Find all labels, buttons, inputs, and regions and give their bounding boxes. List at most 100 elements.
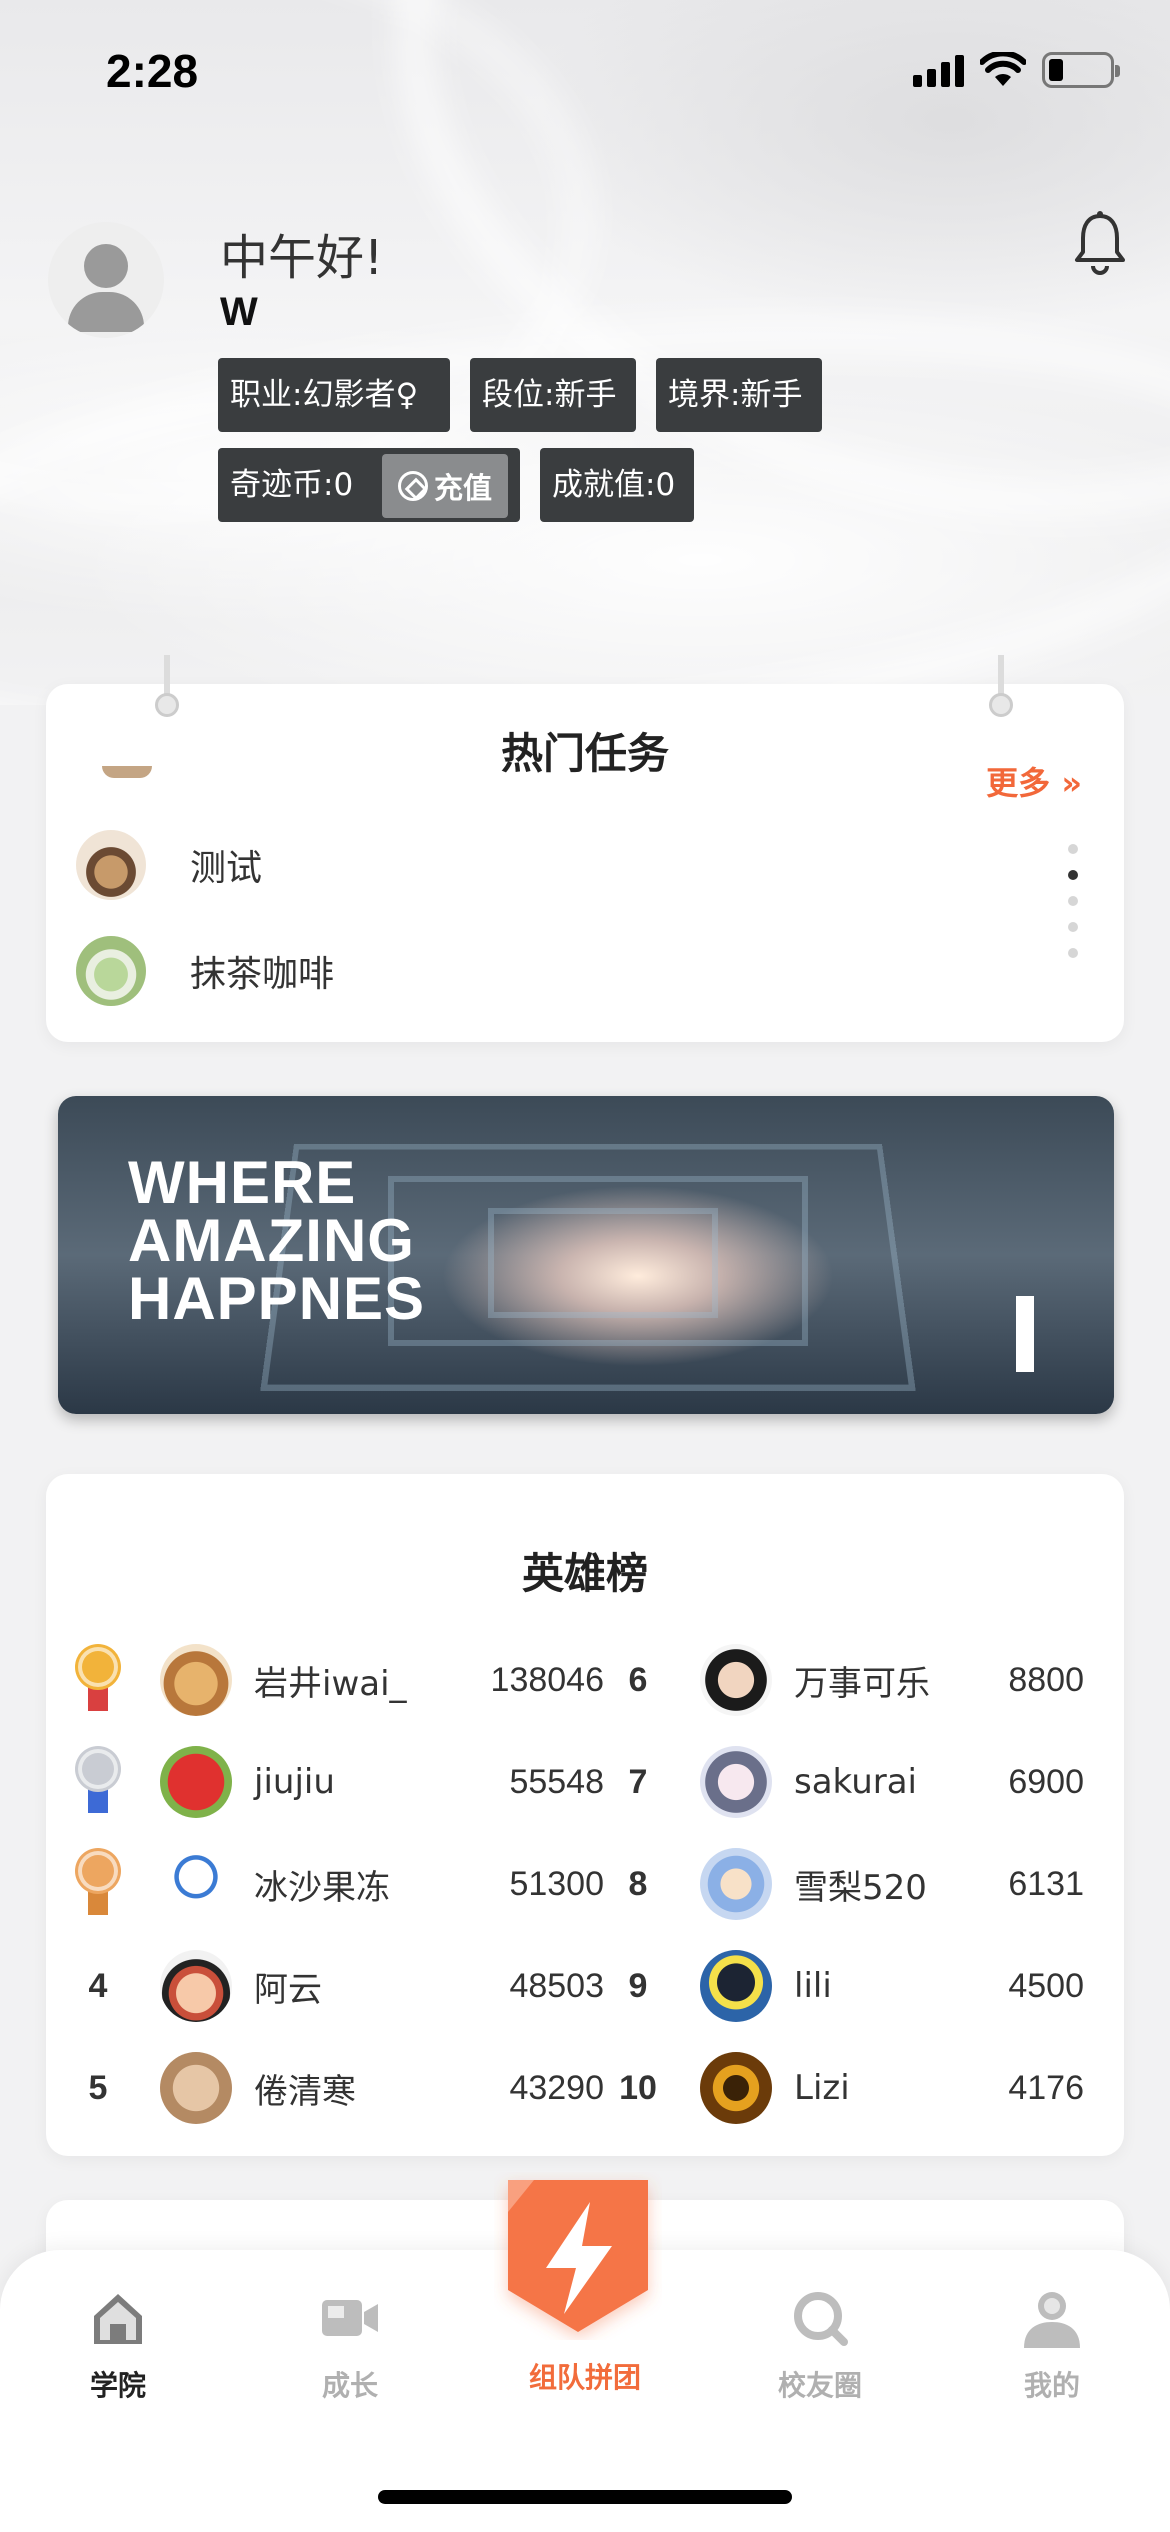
lightning-badge-icon[interactable] [494,2172,662,2340]
player-avatar [700,1848,772,1920]
player-name: 阿云 [254,1969,322,2010]
task-thumb-image [76,830,146,900]
achievement-tag: 成就值:0 [540,448,694,522]
rank-number: 9 [628,1966,648,2005]
rank-number: 5 [88,2068,108,2107]
coins-label: 奇迹币:0 [230,467,354,503]
player-name: 岩井iwai_ [254,1663,407,1704]
banner-headline: WHERE AMAZING HAPPNES [128,1149,426,1332]
video-camera-icon [322,2300,378,2336]
player-score: 4500 [1008,1966,1084,2005]
player-score: 8800 [1008,1660,1084,1699]
player-avatar [700,1644,772,1716]
player-avatar [160,1848,232,1920]
battery-icon [1042,52,1120,88]
player-score: 55548 [509,1762,604,1801]
rank-number: 10 [619,2068,657,2107]
rank-number: 7 [628,1762,648,1801]
rank-number: 8 [628,1864,648,1903]
tab-label: 学院 [89,2369,146,2402]
hot-tasks-title: 热门任务 [500,729,669,778]
leaderboard-row[interactable]: 岩井iwai_ 138046 [70,1640,604,1720]
leaderboard-title: 英雄榜 [521,1549,648,1598]
player-name: jiujiu [254,1762,335,1802]
task-item[interactable]: 抹茶咖啡 [76,936,334,1006]
player-name: sakurai [794,1762,918,1802]
status-time: 2:28 [106,45,199,97]
task-item[interactable]: 测试 [76,830,262,900]
player-avatar [160,1950,232,2022]
player-avatar [160,1644,232,1716]
leaderboard-row[interactable]: 5 倦清寒 43290 [70,2048,604,2128]
tab-growth[interactable]: 成长 [280,2286,420,2404]
rank-number: 4 [88,1966,108,2005]
recharge-button[interactable]: 充值 [382,454,508,518]
player-score: 48503 [509,1966,604,2005]
partial-task-thumb [102,766,152,778]
coin-icon [397,471,428,501]
rank-number: 6 [628,1660,648,1699]
player-score: 6131 [1008,1864,1084,1903]
user-icon [1024,2292,1080,2348]
task-label: 抹茶咖啡 [190,954,335,995]
leaderboard-row[interactable]: 7 sakurai 6900 [610,1742,1084,1822]
greeting-text: 中午好! [220,230,384,286]
leaderboard-row[interactable]: 10 Lizi 4176 [610,2048,1084,2128]
player-score: 138046 [490,1660,604,1699]
player-avatar [160,2052,232,2124]
leaderboard-row[interactable]: 冰沙果冻 51300 [70,1844,604,1924]
card-pin-left [152,655,182,721]
player-name: 雪梨520 [794,1867,927,1908]
carousel-indicator [1068,844,1078,958]
recharge-label: 充值 [433,471,492,505]
player-name: 万事可乐 [794,1663,930,1704]
player-name: 倦清寒 [254,2071,356,2112]
header-background [0,0,1170,705]
card-pin-right [986,655,1016,721]
tab-mine[interactable]: 我的 [982,2286,1122,2404]
silver-medal-icon [70,1747,126,1817]
hot-tasks-card: 热门任务 更多 » 测试 抹茶咖啡 [46,684,1124,1042]
leaderboard-row[interactable]: 8 雪梨520 6131 [610,1844,1084,1924]
leaderboard-row[interactable]: 4 阿云 48503 [70,1946,604,2026]
player-avatar [700,1746,772,1818]
banner-accent-bar [1016,1296,1034,1372]
player-score: 4176 [1008,2068,1084,2107]
player-score: 51300 [509,1864,604,1903]
player-score: 6900 [1008,1762,1084,1801]
username: W [220,290,258,334]
bronze-medal-icon [70,1849,126,1919]
tab-alumni[interactable]: 校友圈 [750,2286,890,2404]
user-avatar[interactable] [48,222,164,338]
tab-label: 我的 [1023,2369,1080,2402]
task-label: 测试 [190,848,263,889]
cellular-signal-icon [913,53,964,87]
rank-tag: 段位:新手 [470,358,636,432]
tab-academy[interactable]: 学院 [48,2286,188,2404]
player-score: 43290 [509,2068,604,2107]
more-tasks-link[interactable]: 更多 » [986,758,1082,804]
tab-label: 校友圈 [777,2369,862,2402]
tab-label: 成长 [321,2369,378,2402]
leaderboard-row[interactable]: 6 万事可乐 8800 [610,1640,1084,1720]
occupation-tag: 职业:幻影者♀ [218,358,450,432]
promo-banner[interactable]: WHERE AMAZING HAPPNES [58,1096,1114,1414]
home-indicator [378,2490,792,2504]
player-name: lili [794,1966,832,2006]
wifi-icon [980,52,1026,86]
player-name: 冰沙果冻 [254,1867,390,1908]
player-avatar [700,2052,772,2124]
search-circle-icon [794,2292,848,2346]
tab-team-up-label[interactable]: 组队拼团 [500,2356,670,2396]
home-icon [94,2294,142,2344]
leaderboard-row[interactable]: 9 lili 4500 [610,1946,1084,2026]
task-thumb-image [76,936,146,1006]
player-name: Lizi [794,2068,850,2108]
leaderboard-row[interactable]: jiujiu 55548 [70,1742,604,1822]
realm-tag: 境界:新手 [656,358,822,432]
player-avatar [700,1950,772,2022]
player-avatar [160,1746,232,1818]
bell-icon[interactable] [1072,210,1128,276]
status-icons [913,52,1120,88]
gold-medal-icon [70,1645,126,1715]
